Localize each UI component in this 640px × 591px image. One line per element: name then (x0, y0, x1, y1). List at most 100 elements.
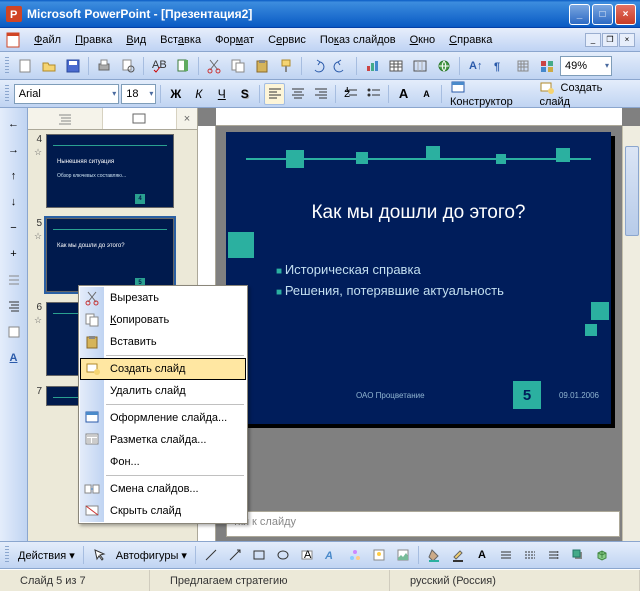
line-button[interactable] (200, 544, 222, 566)
context-delete-slide[interactable]: Удалить слайд (80, 380, 246, 402)
diagram-button[interactable] (344, 544, 366, 566)
oval-button[interactable] (272, 544, 294, 566)
menu-tools[interactable]: Сервис (261, 31, 313, 49)
increase-font-button[interactable]: A (393, 83, 414, 105)
arrow-style-button[interactable] (543, 544, 565, 566)
menu-insert[interactable]: Вставка (153, 31, 208, 49)
mdi-minimize-button[interactable]: _ (585, 33, 601, 47)
context-transition[interactable]: Смена слайдов... (80, 478, 246, 500)
underline-button[interactable]: Ч (211, 83, 232, 105)
3d-style-button[interactable] (591, 544, 613, 566)
outline-tab[interactable] (28, 108, 103, 129)
numbering-button[interactable]: 12 (340, 83, 361, 105)
slide-title[interactable]: Как мы дошли до этого? (266, 202, 571, 224)
new-slide-toolbar-button[interactable]: Создать слайд (535, 80, 635, 108)
align-center-button[interactable] (287, 83, 308, 105)
spellcheck-button[interactable]: ABC (148, 55, 170, 77)
thumbnail-slide-5[interactable]: 5☆ Как мы дошли до этого? 5 (30, 218, 195, 292)
redo-button[interactable] (330, 55, 352, 77)
context-new-slide[interactable]: Создать слайд (80, 358, 246, 380)
slides-tab[interactable] (103, 108, 178, 129)
copy-button[interactable] (227, 55, 249, 77)
menu-help[interactable]: Справка (442, 31, 499, 49)
collapse-all-button[interactable] (4, 270, 24, 290)
move-down-button[interactable]: ↓ (4, 192, 24, 212)
menu-slideshow[interactable]: Показ слайдов (313, 31, 403, 49)
menu-window[interactable]: Окно (403, 31, 443, 49)
menu-file[interactable]: Файл (27, 31, 68, 49)
designer-button[interactable]: Конструктор (446, 80, 534, 108)
demote-button[interactable]: → (4, 140, 24, 160)
rectangle-button[interactable] (248, 544, 270, 566)
research-button[interactable] (172, 55, 194, 77)
promote-button[interactable]: ← (4, 114, 24, 134)
save-button[interactable] (62, 55, 84, 77)
italic-button[interactable]: К (188, 83, 209, 105)
notes-pane[interactable]: тки к слайду (226, 511, 620, 537)
bullets-button[interactable] (363, 83, 384, 105)
toolbar-handle[interactable] (5, 85, 9, 103)
font-color-button[interactable]: A (471, 544, 493, 566)
minimize-button[interactable]: _ (569, 4, 590, 25)
open-button[interactable] (38, 55, 60, 77)
current-slide[interactable]: Как мы дошли до этого? Историческая спра… (226, 132, 611, 424)
actions-menu[interactable]: Действия ▾ (14, 549, 79, 562)
insert-hyperlink-button[interactable] (433, 55, 455, 77)
close-button[interactable]: × (615, 4, 636, 25)
mdi-restore-button[interactable]: ❐ (602, 33, 618, 47)
align-left-button[interactable] (264, 83, 285, 105)
grid-button[interactable] (512, 55, 534, 77)
decrease-font-button[interactable]: A (416, 83, 437, 105)
print-preview-button[interactable] (117, 55, 139, 77)
show-formatting-button[interactable]: ¶ (488, 55, 510, 77)
clipart-button[interactable] (368, 544, 390, 566)
slide-body[interactable]: Историческая справка Решения, потерявшие… (276, 262, 581, 304)
context-hide-slide[interactable]: Скрыть слайд (80, 500, 246, 522)
shadow-button[interactable]: S (234, 83, 255, 105)
thumbnail-slide-4[interactable]: 4☆ Нынешняя ситуация Обзор ключевых сост… (30, 134, 195, 208)
dash-style-button[interactable] (519, 544, 541, 566)
context-cut[interactable]: Вырезать (80, 287, 246, 309)
color-button[interactable] (536, 55, 558, 77)
vertical-scrollbar[interactable] (622, 126, 640, 541)
context-background[interactable]: Фон... (80, 451, 246, 473)
print-button[interactable] (93, 55, 115, 77)
font-name-combo[interactable]: Arial (14, 84, 119, 104)
shadow-style-button[interactable] (567, 544, 589, 566)
new-button[interactable] (14, 55, 36, 77)
context-paste[interactable]: Вставить (80, 331, 246, 353)
autoshapes-menu[interactable]: Автофигуры ▾ (112, 549, 191, 562)
mdi-close-button[interactable]: × (619, 33, 635, 47)
undo-button[interactable] (306, 55, 328, 77)
status-language[interactable]: русский (Россия) (390, 570, 640, 591)
insert-table-button[interactable] (385, 55, 407, 77)
line-style-button[interactable] (495, 544, 517, 566)
summary-slide-button[interactable] (4, 322, 24, 342)
close-pane-button[interactable]: × (177, 108, 197, 129)
context-design[interactable]: Оформление слайда... (80, 407, 246, 429)
expand-button[interactable]: + (4, 244, 24, 264)
cut-button[interactable] (203, 55, 225, 77)
toolbar-handle[interactable] (5, 57, 9, 75)
wordart-button[interactable]: A (320, 544, 342, 566)
textbox-button[interactable]: A (296, 544, 318, 566)
context-layout[interactable]: Разметка слайда... (80, 429, 246, 451)
arrow-button[interactable] (224, 544, 246, 566)
toolbar-handle[interactable] (5, 546, 9, 564)
menu-edit[interactable]: Правка (68, 31, 119, 49)
insert-chart-button[interactable] (361, 55, 383, 77)
collapse-button[interactable]: − (4, 218, 24, 238)
tables-borders-button[interactable] (409, 55, 431, 77)
picture-button[interactable] (392, 544, 414, 566)
expand-all-outline-button[interactable] (4, 296, 24, 316)
font-size-combo[interactable]: 18 (121, 84, 156, 104)
paste-button[interactable] (251, 55, 273, 77)
horizontal-ruler[interactable] (216, 108, 622, 126)
maximize-button[interactable]: □ (592, 4, 613, 25)
menu-view[interactable]: Вид (119, 31, 153, 49)
context-copy[interactable]: Копировать (80, 309, 246, 331)
bold-button[interactable]: Ж (165, 83, 186, 105)
show-formatting-outline-button[interactable]: A (4, 348, 24, 368)
align-right-button[interactable] (310, 83, 331, 105)
menu-format[interactable]: Формат (208, 31, 261, 49)
